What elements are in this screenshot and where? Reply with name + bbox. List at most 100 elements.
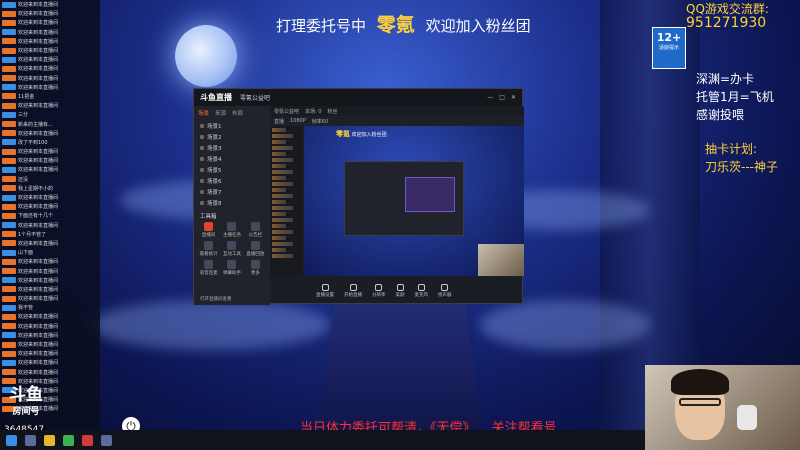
tab-sources[interactable]: 来源: [215, 109, 226, 117]
douyu-logo-sub: 房间号: [12, 407, 40, 417]
tool-button[interactable]: 弹幕助手: [221, 260, 242, 276]
chat-message: 三分: [0, 110, 100, 119]
scene-label: 场景8: [207, 200, 222, 207]
control-button[interactable]: 麦克风: [414, 284, 429, 298]
tool-button[interactable]: 互动工具: [221, 241, 242, 257]
control-button[interactable]: 分辨率: [372, 284, 386, 298]
setting-item[interactable]: 直播: [274, 118, 284, 125]
tab-scenes[interactable]: 场景: [198, 109, 209, 117]
mini-chat-line: [272, 140, 286, 144]
scene-item[interactable]: 场景5: [194, 164, 270, 175]
preview-suffix: 欢迎加入粉丝团: [351, 132, 387, 138]
preview-webcam: [478, 244, 524, 276]
app-icon[interactable]: [101, 434, 112, 446]
user-badge: [2, 212, 16, 219]
mini-chat-line: [272, 200, 286, 204]
streaming-app-window[interactable]: 斗鱼直播 零氪公益吧 — □ ✕ 场景 来源 布局 场景1 场景2 场景3 场景4 场景…: [193, 88, 524, 305]
preview-banner: 零氪 欢迎加入粉丝团: [336, 129, 387, 139]
chat-panel: 欢迎来到本直播间 欢迎来到本直播间 欢迎来到本直播间 欢迎来到本直播间 欢迎来到本直播间…: [0, 0, 100, 430]
tool-label: 观看统计: [199, 252, 218, 257]
user-badge: [2, 139, 16, 146]
control-button[interactable]: 美颜: [396, 284, 405, 298]
user-badge: [2, 203, 16, 210]
scene-label: 场景1: [207, 123, 222, 130]
chat-message: 下面还有十几个: [0, 211, 100, 220]
scene-icon: [200, 200, 204, 205]
search-icon[interactable]: [25, 434, 36, 446]
tool-icon: [227, 260, 237, 269]
chat-message: 欢迎来到本直播间: [0, 368, 100, 377]
app-icon[interactable]: [63, 434, 74, 446]
mini-chat-line: [272, 164, 286, 168]
tool-button[interactable]: 观看统计: [198, 241, 219, 257]
moon: [175, 25, 237, 87]
tool-button[interactable]: 公告栏: [245, 222, 266, 238]
control-label: 麦克风: [414, 293, 429, 298]
tool-button[interactable]: 主播任务: [221, 222, 242, 238]
scene-item[interactable]: 场景7: [194, 186, 270, 197]
user-badge: [2, 341, 16, 348]
chat-message: 欢迎来到本直播间: [0, 285, 100, 294]
scene-item[interactable]: 场景8: [194, 197, 270, 208]
folder-icon[interactable]: [44, 434, 55, 446]
scene-item[interactable]: 场景3: [194, 142, 270, 153]
user-badge: [2, 157, 16, 164]
user-badge: [2, 65, 16, 72]
tool-label: 互动工具: [222, 252, 241, 257]
control-button[interactable]: 开始直播: [344, 284, 362, 298]
info-item[interactable]: 粉丝: [327, 108, 337, 115]
setting-item[interactable]: 1080P: [290, 118, 306, 124]
maximize-icon[interactable]: □: [499, 94, 505, 101]
user-badge: [2, 29, 16, 36]
chat-text: 欢迎来到本直播间: [18, 29, 59, 36]
webcam-hair: [671, 369, 729, 395]
chat-message: 欢迎来到本直播间: [0, 74, 100, 83]
chat-text: 欢迎来到本直播间: [18, 66, 59, 73]
control-button[interactable]: 直播设置: [316, 284, 334, 298]
chat-message: 我不管: [0, 303, 100, 312]
user-badge: [2, 222, 16, 229]
tool-label: 弹幕助手: [222, 271, 241, 276]
app-logo: 斗鱼直播: [200, 93, 232, 102]
user-badge: [2, 249, 16, 256]
tool-button[interactable]: 直播间: [198, 222, 219, 238]
scene-item[interactable]: 场景6: [194, 175, 270, 186]
chat-message: 欢迎来到本直播间: [0, 239, 100, 248]
scene-item[interactable]: 场景4: [194, 153, 270, 164]
start-icon[interactable]: [6, 434, 17, 446]
user-badge: [2, 130, 16, 137]
right-notes: 深渊=办卡 托管1月=飞机 感谢投喂: [696, 70, 774, 124]
chat-message: 欢迎来到本直播间: [0, 129, 100, 138]
taskbar: [0, 430, 645, 450]
stream-canvas: 欢迎来到本直播间 欢迎来到本直播间 欢迎来到本直播间 欢迎来到本直播间 欢迎来到本直播间…: [0, 0, 800, 450]
tool-button[interactable]: 更多: [245, 260, 266, 276]
tool-button[interactable]: 直播回放: [245, 241, 266, 257]
tool-button[interactable]: 语音连麦: [198, 260, 219, 276]
control-icon: [417, 284, 425, 291]
close-icon[interactable]: ✕: [511, 94, 516, 101]
control-button[interactable]: 扬声器: [438, 284, 452, 298]
chat-text: 欢迎来到本直播间: [18, 195, 59, 202]
control-label: 美颜: [395, 293, 405, 298]
scene-label: 场景4: [207, 156, 222, 163]
tool-icon: [204, 222, 214, 231]
tab-layout[interactable]: 布局: [232, 109, 243, 117]
mini-chat-line: [272, 194, 293, 198]
user-badge: [2, 93, 16, 100]
sidebar-footer[interactable]: 打开直播间查看: [200, 296, 232, 302]
age-rating-badge: 12+ 适龄提示: [652, 27, 686, 69]
scene-item[interactable]: 场景1: [194, 120, 270, 131]
control-icon: [441, 284, 449, 291]
setting-item[interactable]: 帧率60: [312, 118, 328, 125]
user-badge: [2, 56, 16, 63]
app-icon[interactable]: [82, 434, 93, 446]
user-badge: [2, 323, 16, 330]
scene-icon: [200, 134, 204, 139]
minimize-icon[interactable]: —: [487, 94, 493, 101]
chat-message: 11把金: [0, 92, 100, 101]
chat-message: 欢迎来到本直播间: [0, 165, 100, 174]
mini-chat-line: [272, 128, 286, 132]
app-title-tab[interactable]: 零氪公益吧: [240, 93, 270, 102]
chat-text: 欢迎来到本直播间: [18, 48, 59, 55]
scene-item[interactable]: 场景2: [194, 131, 270, 142]
